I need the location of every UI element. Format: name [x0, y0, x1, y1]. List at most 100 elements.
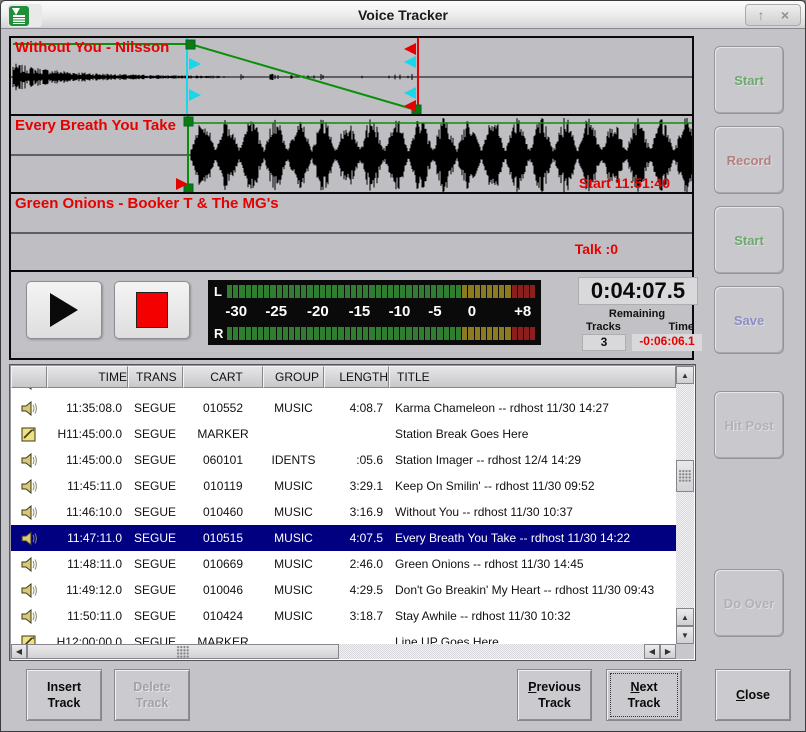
- shade-icon[interactable]: ↑: [750, 5, 772, 25]
- speaker-icon: [21, 401, 38, 416]
- meter-segment: [301, 327, 306, 340]
- column-header-title[interactable]: TITLE: [389, 366, 676, 388]
- scroll-up-icon[interactable]: ▲: [676, 608, 694, 626]
- delete-track-button[interactable]: Delete Track: [114, 669, 190, 721]
- log-row[interactable]: H12:00:00.0SEGUEMARKERLine UP Goes Here: [11, 629, 676, 644]
- speaker-icon: [21, 609, 38, 624]
- meter-segment: [246, 285, 251, 298]
- next-track-button[interactable]: Next Track: [606, 669, 682, 721]
- meter-segment: [444, 285, 449, 298]
- scroll-left-icon[interactable]: ◀: [644, 644, 660, 659]
- column-header-group[interactable]: GROUP: [263, 366, 324, 388]
- column-header-trans[interactable]: TRANS: [128, 366, 183, 388]
- meter-segment: [239, 285, 244, 298]
- log-row[interactable]: 11:35:08.0SEGUE010552MUSIC4:08.7Karma Ch…: [11, 395, 676, 421]
- cell-cart: 060101: [183, 453, 263, 467]
- waveform-panel-1[interactable]: Without You - Nilsson: [11, 38, 692, 116]
- meter-segment: [283, 285, 288, 298]
- cell-icon: [11, 505, 47, 520]
- scrollbar-thumb[interactable]: [27, 644, 339, 659]
- remaining-panel: Remaining Tracks Time 3 -0:06:06.1: [572, 308, 702, 351]
- cell-trans: SEGUE: [128, 401, 183, 415]
- waveform-panel-2[interactable]: Every Breath You Take Start 11:51:40: [11, 116, 692, 194]
- meter-scale-label: -30: [225, 303, 247, 320]
- cell-trans: SEGUE: [128, 583, 183, 597]
- meter-segment: [246, 327, 251, 340]
- meter-segment: [468, 285, 473, 298]
- stop-button[interactable]: [114, 281, 190, 339]
- insert-track-button[interactable]: Insert Track: [26, 669, 102, 721]
- cell-time: 11:49:12.0: [47, 583, 128, 597]
- column-header-length[interactable]: LENGTH: [324, 366, 389, 388]
- cell-group: MUSIC: [263, 505, 324, 519]
- title-bar[interactable]: Voice Tracker ↑ ×: [1, 1, 805, 29]
- cell-title: Don't Go Breakin' My Heart -- rdhost 11/…: [389, 583, 676, 597]
- cell-length: 3:29.1: [324, 479, 389, 493]
- meter-segment: [524, 285, 529, 298]
- meter-segment: [252, 327, 257, 340]
- horizontal-scrollbar[interactable]: ◀ ◀ ▶: [11, 644, 676, 659]
- close-button[interactable]: Close: [715, 669, 791, 721]
- scroll-left-icon[interactable]: ◀: [11, 644, 27, 659]
- hit-post-button[interactable]: Hit Post: [714, 391, 784, 459]
- scroll-right-icon[interactable]: ▶: [660, 644, 676, 659]
- meter-segment: [270, 285, 275, 298]
- column-header-time[interactable]: TIME: [47, 366, 128, 388]
- meter-right-segments: [227, 327, 535, 340]
- log-row[interactable]: 11:49:12.0SEGUE010046MUSIC4:29.5Don't Go…: [11, 577, 676, 603]
- log-row[interactable]: H11:45:00.0SEGUEMARKERStation Break Goes…: [11, 421, 676, 447]
- vertical-scrollbar[interactable]: ▲ ▲ ▼: [676, 366, 694, 644]
- scroll-down-icon[interactable]: ▼: [676, 626, 694, 644]
- scrollbar-track[interactable]: [676, 384, 694, 460]
- meter-scale-label: -10: [389, 303, 411, 320]
- meter-segment: [462, 327, 467, 340]
- meter-left-label: L: [214, 284, 227, 299]
- meter-segment: [530, 327, 535, 340]
- column-header-icon[interactable]: [11, 366, 47, 388]
- meter-segment: [277, 327, 282, 340]
- log-table-rows: 11:35:08.0SEGUE010552MUSIC4:08.7Karma Ch…: [11, 388, 676, 644]
- log-row[interactable]: 11:48:11.0SEGUE010669MUSIC2:46.0Green On…: [11, 551, 676, 577]
- fade-handle: [186, 40, 195, 49]
- meter-segment: [425, 285, 430, 298]
- meter-segment: [307, 327, 312, 340]
- start-next-button[interactable]: Start: [714, 206, 784, 274]
- log-table-header[interactable]: TIMETRANSCARTGROUPLENGTHTITLE: [11, 366, 676, 388]
- meter-segment: [320, 285, 325, 298]
- segue-marker: [404, 56, 416, 68]
- meter-segment: [239, 327, 244, 340]
- cell-length: 4:07.5: [324, 531, 389, 545]
- log-row[interactable]: 11:45:11.0SEGUE010119MUSIC3:29.1Keep On …: [11, 473, 676, 499]
- cell-trans: SEGUE: [128, 479, 183, 493]
- log-row[interactable]: 11:50:11.0SEGUE010424MUSIC3:18.7Stay Awh…: [11, 603, 676, 629]
- do-over-button[interactable]: Do Over: [714, 569, 784, 637]
- save-button[interactable]: Save: [714, 286, 784, 354]
- waveform-panel-3[interactable]: Green Onions - Booker T & The MG's Talk …: [11, 194, 692, 272]
- meter-segment: [431, 285, 436, 298]
- remaining-tracks-value: 3: [582, 334, 626, 351]
- meter-segment: [233, 285, 238, 298]
- record-button[interactable]: Record: [714, 126, 784, 194]
- log-row[interactable]: [11, 388, 676, 395]
- previous-track-button[interactable]: Previous Track: [517, 669, 592, 721]
- cell-trans: SEGUE: [128, 557, 183, 571]
- log-row[interactable]: 11:45:00.0SEGUE060101IDENTS:05.6Station …: [11, 447, 676, 473]
- cell-trans: SEGUE: [128, 635, 183, 644]
- start-segue-button[interactable]: Start: [714, 46, 784, 114]
- scrollbar-thumb[interactable]: [676, 460, 694, 492]
- cell-length: 4:29.5: [324, 583, 389, 597]
- scroll-up-icon[interactable]: ▲: [676, 366, 694, 384]
- log-row[interactable]: 11:46:10.0SEGUE010460MUSIC3:16.9Without …: [11, 499, 676, 525]
- meter-segment: [512, 327, 517, 340]
- cell-title: Line UP Goes Here: [389, 635, 676, 644]
- close-icon[interactable]: ×: [774, 5, 796, 25]
- cell-time: 11:48:11.0: [47, 557, 128, 571]
- play-button[interactable]: [26, 281, 102, 339]
- scrollbar-track[interactable]: [339, 644, 644, 659]
- log-row[interactable]: 11:47:11.0SEGUE010515MUSIC4:07.5Every Br…: [11, 525, 676, 551]
- meter-segment: [382, 327, 387, 340]
- scrollbar-corner: [676, 644, 694, 659]
- scrollbar-track[interactable]: [676, 492, 694, 608]
- column-header-cart[interactable]: CART: [183, 366, 263, 388]
- cell-title: Station Imager -- rdhost 12/4 14:29: [389, 453, 676, 467]
